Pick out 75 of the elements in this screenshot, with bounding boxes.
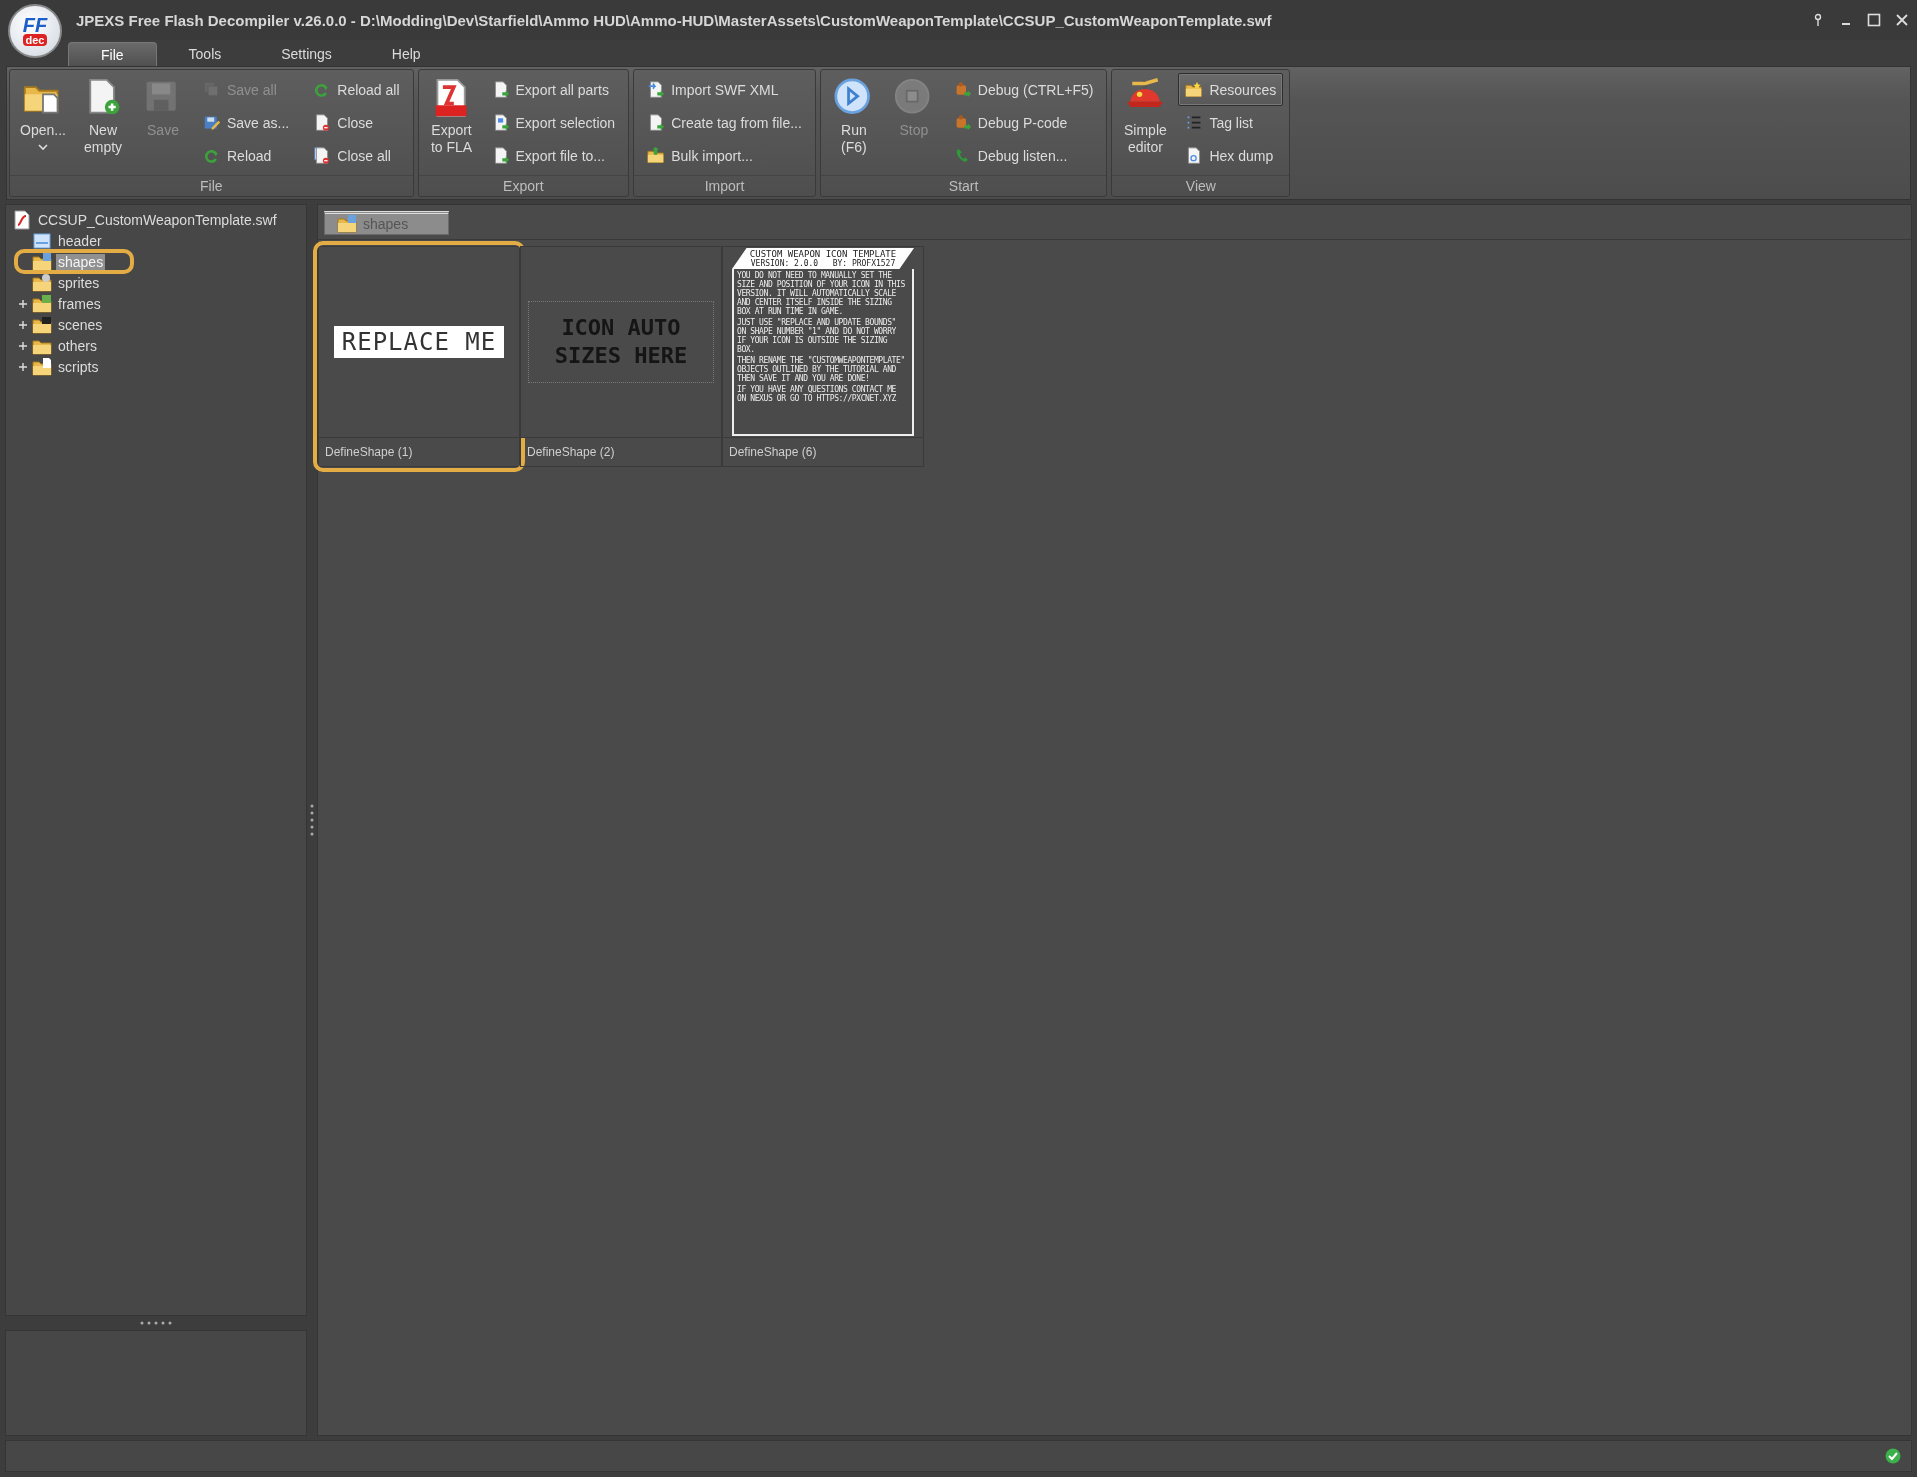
logo-text: FF	[22, 16, 48, 34]
group-title: Import	[634, 175, 815, 196]
caret-icon	[38, 143, 48, 151]
expand-icon[interactable]	[18, 361, 28, 372]
group-title: View	[1112, 175, 1290, 196]
shape-caption: DefineShape (6)	[728, 444, 818, 461]
expand-icon[interactable]	[18, 298, 28, 309]
instruction-text: JUST USE "REPLACE AND UPDATE BOUNDS" ON SHAPE NUMBER "1" AND DO NOT WORRY IF YOUR ICON IS OUTSIDE THE SIZING BOX.	[737, 318, 897, 354]
ribbon-button[interactable]: Reload all	[306, 73, 407, 106]
folder-star-icon	[1185, 80, 1204, 99]
folder-icon	[32, 293, 52, 314]
folder-icon	[32, 251, 52, 272]
ribbon-button[interactable]: Export selection	[484, 106, 623, 139]
menu-tab[interactable]: Tools	[160, 42, 250, 66]
window-icon	[32, 230, 52, 251]
instruction-text: IF YOU HAVE ANY QUESTIONS CONTACT ME ON NEXUS OR GO TO HTTPS://PXCNET.XYZ	[737, 385, 897, 403]
folder-icon	[337, 214, 357, 234]
ribbon-button[interactable]: Close all	[306, 139, 407, 172]
menu-tab[interactable]: File	[68, 42, 157, 66]
import-icon	[647, 80, 666, 99]
tree-item[interactable]: frames	[56, 295, 103, 312]
group-title: Start	[820, 175, 1107, 196]
ribbon-button[interactable]: Export to FLA	[424, 73, 479, 172]
ribbon-button[interactable]: Export all parts	[484, 73, 623, 106]
ribbon-button[interactable]: Open...	[16, 73, 70, 172]
ribbon-button[interactable]: Debug (CTRL+F5)	[946, 73, 1101, 106]
ribbon-button[interactable]: Close	[306, 106, 407, 139]
folder-icon	[32, 272, 52, 293]
ribbon-button[interactable]: Simple editor	[1118, 73, 1173, 172]
ribbon-button[interactable]: Export file to...	[484, 139, 623, 172]
ribbon-button[interactable]: Resources	[1178, 73, 1284, 106]
expand-icon[interactable]	[18, 319, 28, 330]
tree-item[interactable]: others	[56, 337, 99, 354]
close-file-icon	[313, 113, 332, 132]
menu-tab[interactable]: Settings	[253, 42, 360, 66]
check-icon	[1885, 1448, 1901, 1464]
menu-tab[interactable]: Help	[363, 42, 449, 66]
new-tag-icon	[647, 113, 666, 132]
ribbon-button[interactable]: Bulk import...	[640, 139, 809, 172]
ribbon-button[interactable]: Create tag from file...	[640, 106, 809, 139]
close-files-icon	[313, 146, 332, 165]
group-title: Export	[418, 175, 629, 196]
ribbon-button[interactable]: Import SWF XML	[640, 73, 809, 106]
maximize-icon[interactable]	[1867, 13, 1881, 27]
folder-icon	[647, 146, 666, 165]
ribbon-button[interactable]: Debug listen...	[946, 139, 1101, 172]
flash-file-icon	[12, 209, 32, 230]
replace-me-banner: REPLACE ME	[333, 326, 505, 358]
instruction-text: YOU DO NOT NEED TO MANUALLY SET THE SIZE AND POSITION OF YOUR ICON IN THIS VERSION. IT WILL AUTOMATICALLY SCALE AND CENTER ITSELF INSIDE THE SIZING BOX AT RUN TIME IN GAME.	[737, 271, 906, 316]
instruction-text: THEN RENAME THE "CUSTOMWEAPONTEMPLATE" OBJECTS OUTLINED BY THE TUTORIAL AND THEN SAVE IT AND YOU ARE DONE!	[737, 356, 906, 383]
folder-icon	[32, 356, 52, 377]
close-icon[interactable]	[1895, 13, 1909, 27]
shape-caption: DefineShape (2)	[526, 444, 616, 461]
folder-icon	[32, 314, 52, 335]
group-title: File	[10, 175, 413, 196]
tree-item[interactable]: shapes	[56, 253, 106, 270]
ribbon-button[interactable]: Debug P-code	[946, 106, 1101, 139]
template-version: VERSION: 2.0.0 BY: PROFX1527	[749, 259, 897, 268]
window-title: JPEXS Free Flash Decompiler v.26.0.0 - D:\Modding\Dev\Starfield\Ammo HUD\Ammo-HUD\MasterAssets\CustomWeaponTemplate\CCSUP_CustomWeaponTemplate.swf	[76, 11, 1273, 29]
logo-text: dec	[22, 34, 48, 46]
shape-thumbnail[interactable]	[722, 246, 924, 467]
template-heading: CUSTOM WEAPON ICON TEMPLATE	[748, 249, 898, 259]
ribbon-button[interactable]: Tag list	[1178, 106, 1284, 139]
ribbon-button[interactable]: New empty	[76, 73, 130, 172]
expand-icon[interactable]	[18, 340, 28, 351]
tree-item[interactable]: scripts	[56, 358, 101, 375]
tree-item[interactable]: sprites	[56, 274, 102, 291]
ribbon-button[interactable]: Run (F6)	[826, 73, 881, 172]
shape-caption: DefineShape (1)	[324, 444, 414, 461]
ribbon-button[interactable]: Save as...	[196, 106, 297, 139]
ribbon-button[interactable]: Hex dump	[1178, 139, 1284, 172]
ribbon-button[interactable]: Reload	[196, 139, 297, 172]
tree-item[interactable]: header	[56, 232, 104, 249]
tree-item[interactable]: CCSUP_CustomWeaponTemplate.swf	[36, 211, 279, 228]
tree-item[interactable]: scenes	[56, 316, 105, 333]
